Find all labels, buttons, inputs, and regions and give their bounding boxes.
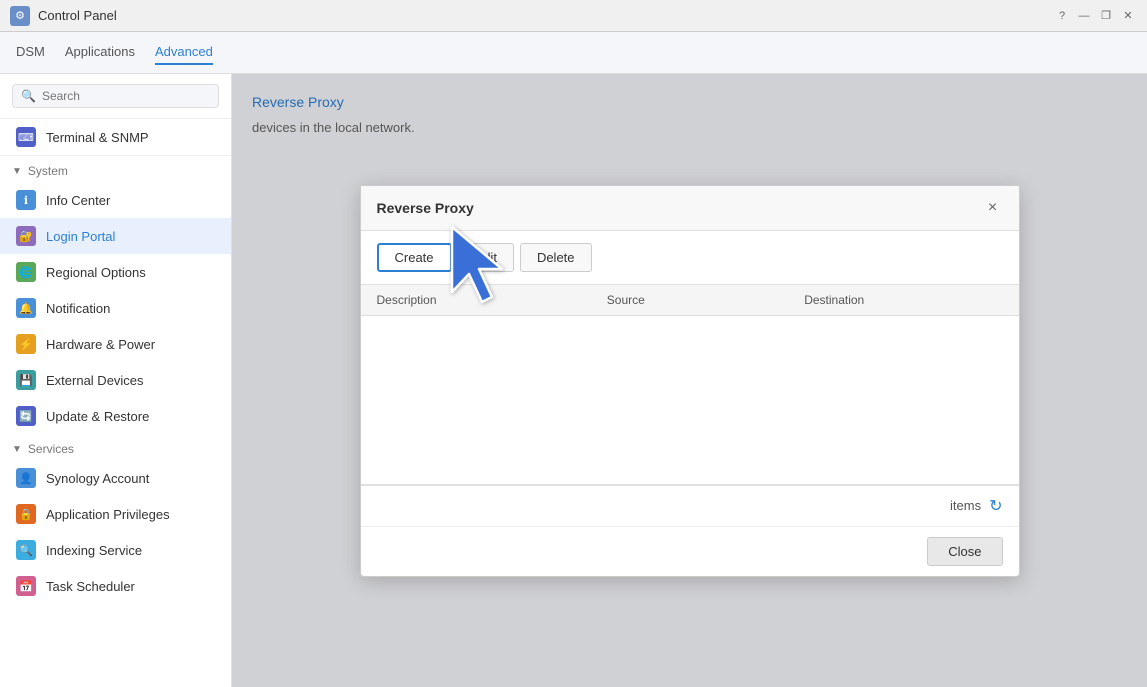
update-restore-icon: 🔄 xyxy=(16,406,36,426)
table-header-row: Description Source Destination xyxy=(361,285,1019,316)
services-section-label: Services xyxy=(28,442,74,456)
search-input[interactable] xyxy=(42,89,210,103)
tab-dsm[interactable]: DSM xyxy=(16,40,45,65)
login-portal-icon: 🔐 xyxy=(16,226,36,246)
content-area: Reverse Proxy devices in the local netwo… xyxy=(232,74,1147,687)
search-box[interactable]: 🔍 xyxy=(12,84,219,108)
sidebar-item-login-portal[interactable]: 🔐 Login Portal xyxy=(0,218,231,254)
dialog-close-button[interactable]: × xyxy=(983,198,1003,218)
titlebar-left: ⚙ Control Panel xyxy=(10,6,117,26)
sidebar-item-notification[interactable]: 🔔 Notification xyxy=(0,290,231,326)
application-privileges-icon: 🔒 xyxy=(16,504,36,524)
dialog-footer: items ↻ xyxy=(361,485,1019,526)
titlebar: ⚙ Control Panel ? — ❐ ✕ xyxy=(0,0,1147,32)
col-header-source: Source xyxy=(591,285,788,316)
dialog-close-action-button[interactable]: Close xyxy=(927,537,1002,566)
services-section-header[interactable]: ▼ Services xyxy=(0,434,231,460)
services-chevron: ▼ xyxy=(12,444,22,455)
sidebar: 🔍 ⌨ Terminal & SNMP ▼ System ℹ Info Cent… xyxy=(0,74,232,687)
refresh-button[interactable]: ↻ xyxy=(989,496,1002,516)
sidebar-item-regional-options[interactable]: 🌐 Regional Options xyxy=(0,254,231,290)
terminal-label: Terminal & SNMP xyxy=(46,130,149,145)
info-center-icon: ℹ xyxy=(16,190,36,210)
sidebar-item-terminal[interactable]: ⌨ Terminal & SNMP xyxy=(0,119,231,156)
external-devices-label: External Devices xyxy=(46,373,144,388)
top-navigation: DSM Applications Advanced xyxy=(0,32,1147,74)
dialog-title: Reverse Proxy xyxy=(377,200,474,216)
body: 🔍 ⌨ Terminal & SNMP ▼ System ℹ Info Cent… xyxy=(0,74,1147,687)
app-container: DSM Applications Advanced 🔍 ⌨ Terminal &… xyxy=(0,32,1147,687)
create-button[interactable]: Create xyxy=(377,243,452,272)
system-chevron: ▼ xyxy=(12,166,22,177)
dialog-actions: Close xyxy=(361,526,1019,576)
system-section-header[interactable]: ▼ System xyxy=(0,156,231,182)
hardware-power-label: Hardware & Power xyxy=(46,337,155,352)
sidebar-item-task-scheduler[interactable]: 📅 Task Scheduler xyxy=(0,568,231,604)
sidebar-search: 🔍 xyxy=(0,74,231,119)
login-portal-label: Login Portal xyxy=(46,229,115,244)
regional-options-icon: 🌐 xyxy=(16,262,36,282)
close-window-button[interactable]: ✕ xyxy=(1119,7,1137,25)
sidebar-item-indexing-service[interactable]: 🔍 Indexing Service xyxy=(0,532,231,568)
proxy-table: Description Source Destination xyxy=(361,285,1019,316)
search-icon: 🔍 xyxy=(21,89,36,103)
app-title: Control Panel xyxy=(38,8,117,23)
hardware-power-icon: ⚡ xyxy=(16,334,36,354)
edit-button[interactable]: Edit xyxy=(458,243,514,272)
task-scheduler-label: Task Scheduler xyxy=(46,579,135,594)
sidebar-item-synology-account[interactable]: 👤 Synology Account xyxy=(0,460,231,496)
sidebar-item-hardware-power[interactable]: ⚡ Hardware & Power xyxy=(0,326,231,362)
titlebar-controls: ? — ❐ ✕ xyxy=(1053,7,1137,25)
minimize-button[interactable]: — xyxy=(1075,7,1093,25)
tab-advanced[interactable]: Advanced xyxy=(155,40,213,65)
dialog-toolbar: Create Edit Delete xyxy=(361,231,1019,285)
reverse-proxy-dialog: Reverse Proxy × Create Edit Delete xyxy=(360,185,1020,577)
dialog-header: Reverse Proxy × xyxy=(361,186,1019,231)
system-section-label: System xyxy=(28,164,68,178)
sidebar-item-application-privileges[interactable]: 🔒 Application Privileges xyxy=(0,496,231,532)
sidebar-item-update-restore[interactable]: 🔄 Update & Restore xyxy=(0,398,231,434)
regional-options-label: Regional Options xyxy=(46,265,146,280)
dialog-overlay: Reverse Proxy × Create Edit Delete xyxy=(232,74,1147,687)
footer-right: items ↻ xyxy=(950,496,1002,516)
external-devices-icon: 💾 xyxy=(16,370,36,390)
application-privileges-label: Application Privileges xyxy=(46,507,170,522)
items-count-label: items xyxy=(950,498,981,513)
update-restore-label: Update & Restore xyxy=(46,409,149,424)
sidebar-item-external-devices[interactable]: 💾 External Devices xyxy=(0,362,231,398)
task-scheduler-icon: 📅 xyxy=(16,576,36,596)
app-icon: ⚙ xyxy=(10,6,30,26)
proxy-table-container: Description Source Destination xyxy=(361,285,1019,485)
synology-account-label: Synology Account xyxy=(46,471,149,486)
tab-applications[interactable]: Applications xyxy=(65,40,135,65)
info-center-label: Info Center xyxy=(46,193,110,208)
notification-label: Notification xyxy=(46,301,110,316)
terminal-icon: ⌨ xyxy=(16,127,36,147)
delete-button[interactable]: Delete xyxy=(520,243,592,272)
indexing-service-icon: 🔍 xyxy=(16,540,36,560)
sidebar-item-info-center[interactable]: ℹ Info Center xyxy=(0,182,231,218)
synology-account-icon: 👤 xyxy=(16,468,36,488)
notification-icon: 🔔 xyxy=(16,298,36,318)
col-header-description: Description xyxy=(361,285,591,316)
restore-button[interactable]: ❐ xyxy=(1097,7,1115,25)
help-button[interactable]: ? xyxy=(1053,7,1071,25)
indexing-service-label: Indexing Service xyxy=(46,543,142,558)
col-header-destination: Destination xyxy=(788,285,1018,316)
